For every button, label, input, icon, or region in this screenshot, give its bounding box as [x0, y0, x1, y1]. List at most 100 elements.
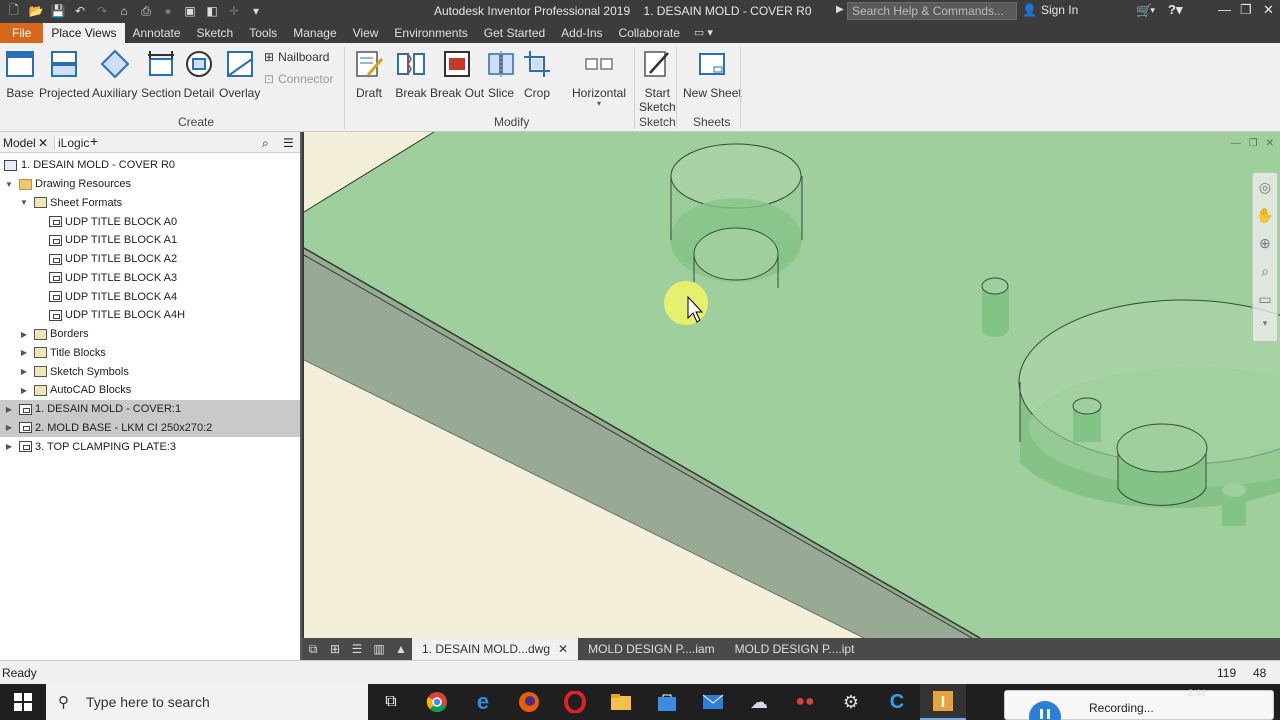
redo-icon[interactable]: ↷ — [92, 2, 112, 20]
browser-tree-node[interactable]: ▶ Borders — [0, 325, 300, 344]
slice-button[interactable]: Slice — [485, 47, 517, 100]
projected-view-button[interactable]: Projected — [39, 47, 90, 100]
browser-tree-node[interactable]: ▼ Drawing Resources — [0, 175, 300, 194]
connector-button[interactable]: ⊡ Connector — [264, 72, 333, 86]
chevron-right-icon[interactable]: ▶ — [19, 367, 29, 376]
auxiliary-view-button[interactable]: Auxiliary — [92, 47, 137, 100]
cloud-app-icon[interactable]: ☁ — [736, 684, 782, 720]
minimize-icon[interactable]: — — [1218, 2, 1231, 17]
steering-wheel-icon[interactable]: ◎ — [1253, 173, 1277, 201]
tab-sketch[interactable]: Sketch — [189, 23, 242, 43]
browser-tree-node[interactable]: 1. DESAIN MOLD - COVER R0 — [0, 156, 300, 175]
color-icon[interactable]: ● — [158, 2, 178, 20]
chevron-right-icon[interactable]: ▶ — [4, 442, 14, 451]
close-icon[interactable]: ✕ — [1266, 138, 1274, 149]
browser-tree-node[interactable]: UDP TITLE BLOCK A2 — [0, 250, 300, 269]
chevron-right-icon[interactable]: ▶ — [19, 386, 29, 395]
home-icon[interactable]: ⌂ — [114, 2, 134, 20]
chevron-right-icon[interactable]: ▶ — [19, 330, 29, 339]
doc-list-icon[interactable]: ▲ — [390, 638, 412, 660]
nailboard-button[interactable]: ⊞ Nailboard — [264, 50, 329, 64]
task-view-icon[interactable]: ⧉ — [368, 684, 414, 720]
browser-tree-node[interactable]: ▶ 1. DESAIN MOLD - COVER:1 — [0, 399, 300, 419]
file-explorer-icon[interactable] — [598, 684, 644, 720]
detail-view-button[interactable]: Detail — [183, 47, 215, 100]
material-icon[interactable]: ▣ — [180, 2, 200, 20]
draft-view-button[interactable]: Draft — [353, 47, 385, 100]
close-icon[interactable]: ✕ — [1263, 2, 1274, 18]
new-icon[interactable]: 🗋 — [4, 2, 24, 20]
tab-annotate[interactable]: Annotate — [125, 23, 189, 43]
chevron-down-icon[interactable]: ▾ — [1253, 313, 1277, 333]
chevron-right-icon[interactable]: ▶ — [19, 348, 29, 357]
recording-notification[interactable]: Recording... — [1004, 690, 1274, 720]
chevron-down-icon[interactable]: ▼ — [19, 198, 29, 207]
tab-add-ins[interactable]: Add-Ins — [553, 23, 610, 43]
chrome-icon[interactable] — [414, 684, 460, 720]
tab-place-views[interactable]: Place Views — [43, 23, 125, 43]
open-icon[interactable]: 📂 — [26, 2, 46, 20]
close-icon[interactable]: ✕ — [38, 136, 48, 150]
tab-manage[interactable]: Manage — [285, 23, 344, 43]
appearance-icon[interactable]: ◧ — [202, 2, 222, 20]
pause-icon[interactable] — [1025, 691, 1065, 720]
tile-icon[interactable]: ⊞ — [324, 638, 346, 660]
tile-vertical-icon[interactable]: ▥ — [368, 638, 390, 660]
overlay-view-button[interactable]: Overlay — [219, 47, 260, 100]
sign-in-button[interactable]: 👤 Sign In ▾ — [1022, 3, 1155, 17]
tile-horizontal-icon[interactable]: ☰ — [346, 638, 368, 660]
search-icon[interactable]: ⌕ — [262, 136, 269, 151]
tab-get-started[interactable]: Get Started — [476, 23, 553, 43]
browser-tree-node[interactable]: UDP TITLE BLOCK A4 — [0, 287, 300, 306]
browser-tree-node[interactable]: ▶ AutoCAD Blocks — [0, 381, 300, 400]
doc-tab[interactable]: MOLD DESIGN P....iam — [578, 638, 724, 660]
chevron-down-icon[interactable]: ▼ — [4, 180, 14, 189]
taskbar-search-input[interactable]: ⚲ Type here to search — [46, 684, 368, 720]
doc-tab[interactable]: MOLD DESIGN P....ipt — [725, 638, 865, 660]
horizontal-button[interactable]: Horizontal ▾ — [572, 47, 626, 108]
start-button[interactable] — [0, 684, 46, 720]
zoom-window-icon[interactable]: ⌕ — [1253, 257, 1277, 285]
add-tab-icon[interactable]: + — [90, 133, 98, 149]
browser-tree-node[interactable]: UDP TITLE BLOCK A0 — [0, 212, 300, 231]
app-icon[interactable]: ⚙ — [828, 684, 874, 720]
tab-file[interactable]: File — [0, 23, 44, 43]
close-icon[interactable]: ✕ — [558, 642, 568, 656]
base-view-button[interactable]: Base — [4, 47, 36, 100]
tab-view[interactable]: View — [345, 23, 387, 43]
store-icon[interactable] — [644, 684, 690, 720]
search-input[interactable]: Search Help & Commands... — [847, 2, 1017, 20]
browser-tree-node[interactable]: UDP TITLE BLOCK A1 — [0, 231, 300, 250]
browser-tree-node[interactable]: UDP TITLE BLOCK A3 — [0, 269, 300, 288]
help-icon[interactable]: ?▾ — [1168, 2, 1182, 18]
print-icon[interactable]: ⎙ — [136, 2, 156, 20]
minimize-icon[interactable]: — — [1231, 138, 1241, 149]
undo-icon[interactable]: ↶ — [70, 2, 90, 20]
save-icon[interactable]: 💾 — [48, 2, 68, 20]
break-button[interactable]: Break — [395, 47, 427, 100]
zoom-all-icon[interactable]: ▭ — [1253, 285, 1277, 313]
chevron-right-icon[interactable]: ▶ — [4, 423, 14, 432]
graphics-viewport[interactable]: — ❐ ✕ ◎ ✋ ⊕ ⌕ ▭ ▾ — [304, 132, 1280, 638]
browser-tree-node[interactable]: ▶ 2. MOLD BASE - LKM CI 250x270:2 — [0, 418, 300, 438]
opera-icon[interactable] — [552, 684, 598, 720]
menu-icon[interactable]: ☰ — [283, 136, 294, 150]
inventor-taskbar-icon[interactable]: I — [920, 684, 966, 720]
doc-tab[interactable]: 1. DESAIN MOLD...dwg ✕ — [412, 638, 579, 660]
cart-icon[interactable]: 🛒 — [1136, 3, 1152, 19]
tab-collaborate[interactable]: Collaborate — [611, 23, 688, 43]
zoom-icon[interactable]: ⊕ — [1253, 229, 1277, 257]
pan-icon[interactable]: ✋ — [1253, 201, 1277, 229]
break-out-button[interactable]: Break Out — [430, 47, 484, 100]
chevron-right-icon[interactable]: ▶ — [4, 405, 14, 414]
browser-tree-node[interactable]: ▶ Title Blocks — [0, 344, 300, 363]
crop-button[interactable]: Crop — [521, 47, 553, 100]
drawing-canvas[interactable] — [304, 132, 1280, 638]
cascade-icon[interactable]: ⧉ — [302, 638, 324, 660]
tab-tools[interactable]: Tools — [241, 23, 285, 43]
tab-environments[interactable]: Environments — [386, 23, 475, 43]
browser-tree-node[interactable]: ▶ Sketch Symbols — [0, 362, 300, 381]
ribbon-options-icon[interactable]: ▭ ▾ — [688, 23, 719, 43]
start-sketch-button[interactable]: Start Sketch — [639, 47, 676, 114]
media-app-icon[interactable]: ●● — [782, 684, 828, 720]
